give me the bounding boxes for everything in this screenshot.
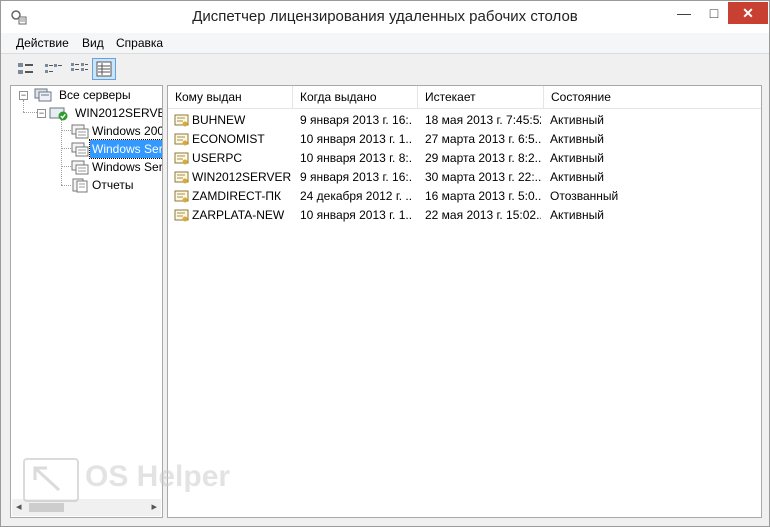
cell-status: Отозванный — [550, 189, 619, 203]
server-tree[interactable]: − Все серверы − WIN2012SERVER — [10, 85, 163, 518]
cell-issued-to: ZAMDIRECT-ПК — [192, 189, 281, 203]
license-certificate-icon — [174, 152, 189, 165]
column-header-issued-to[interactable]: Кому выдан — [168, 86, 293, 108]
large-icons-view-icon — [18, 63, 33, 74]
close-button[interactable]: ✕ — [728, 2, 768, 24]
arrow-cursor-icon — [33, 466, 61, 492]
column-header-issued-date[interactable]: Когда выдано — [293, 86, 418, 108]
cell-expires: 30 марта 2013 г. 22:... — [425, 170, 541, 184]
column-header-expires[interactable]: Истекает — [418, 86, 544, 108]
watermark-logo — [23, 458, 79, 502]
toolbar — [1, 54, 769, 84]
tree-item-reports[interactable]: Отчеты — [71, 176, 162, 194]
reports-icon — [72, 178, 88, 193]
watermark: OS Helper — [23, 456, 263, 506]
key-pack-icon — [71, 160, 89, 175]
cell-status: Активный — [550, 170, 604, 184]
large-icons-view-button[interactable] — [14, 58, 38, 80]
cell-issued-date: 10 января 2013 г. 1... — [300, 132, 413, 146]
watermark-text: OS Helper — [85, 460, 231, 493]
key-pack-icon — [71, 142, 89, 157]
cell-issued-date: 24 декабря 2012 г. ... — [300, 189, 413, 203]
header-divider — [168, 108, 761, 109]
cell-issued-to: USERPC — [192, 151, 243, 165]
cell-issued-to: BUHNEW — [192, 113, 246, 127]
menu-view[interactable]: Вид — [82, 36, 104, 50]
cell-issued-to: WIN2012SERVER — [192, 170, 292, 184]
menu-action[interactable]: Действие — [16, 36, 69, 50]
tree-item-key-pack-3[interactable]: Windows Server — [71, 158, 162, 176]
selected-tree-label: Windows Server — [88, 139, 162, 159]
cell-status: Активный — [550, 151, 604, 165]
cell-status: Активный — [550, 132, 604, 146]
license-certificate-icon — [174, 190, 189, 203]
table-row[interactable]: BUHNEW 9 января 2013 г. 16:... 18 мая 2013… — [168, 111, 761, 130]
scroll-left-arrow-icon[interactable]: ◂ — [16, 500, 22, 513]
table-row[interactable]: ECONOMIST 10 января 2013 г. 1... 27 марта … — [168, 130, 761, 149]
list-view-button[interactable] — [67, 58, 91, 80]
collapse-toggle[interactable]: − — [37, 109, 46, 118]
details-view-icon — [96, 61, 112, 77]
tree-connector — [61, 130, 71, 131]
window-title: Диспетчер лицензирования удаленных рабоч… — [192, 8, 578, 25]
cell-status: Активный — [550, 113, 604, 127]
cell-expires: 18 мая 2013 г. 7:45:52 — [425, 113, 541, 127]
license-certificate-icon — [174, 171, 189, 184]
license-certificate-icon — [174, 114, 189, 127]
title-bar: Диспетчер лицензирования удаленных рабоч… — [1, 1, 769, 33]
tree-item-key-pack-2[interactable]: Windows Server — [71, 139, 162, 159]
tree-item-all-servers[interactable]: − Все серверы — [15, 86, 162, 104]
table-row[interactable]: ZAMDIRECT-ПК 24 декабря 2012 г. ... 16 мар… — [168, 187, 761, 206]
tree-connector — [61, 148, 71, 149]
list-view-icon — [71, 63, 88, 71]
small-icons-view-button[interactable] — [41, 58, 65, 80]
menu-help[interactable]: Справка — [116, 36, 163, 50]
tree-connector — [61, 185, 71, 186]
tree-item-key-pack-1[interactable]: Windows 2000 Server — [71, 122, 162, 140]
cell-expires: 29 марта 2013 г. 8:2... — [425, 151, 541, 165]
cell-issued-date: 9 января 2013 г. 16:... — [300, 113, 413, 127]
servers-icon — [34, 88, 52, 102]
cell-issued-date: 10 января 2013 г. 1... — [300, 208, 413, 222]
license-certificate-icon — [174, 209, 189, 222]
column-header-status[interactable]: Состояние — [544, 86, 664, 108]
details-view-button[interactable] — [92, 58, 116, 80]
cell-expires: 27 марта 2013 г. 6:5... — [425, 132, 541, 146]
cell-issued-to: ECONOMIST — [192, 132, 265, 146]
cell-issued-date: 10 января 2013 г. 8:... — [300, 151, 413, 165]
tree-connector — [61, 166, 71, 167]
license-certificate-icon — [174, 133, 189, 146]
table-row[interactable]: ZARPLATA-NEW 10 января 2013 г. 1... 22 мая… — [168, 206, 761, 225]
tree-connector — [61, 119, 62, 185]
cell-expires: 16 марта 2013 г. 5:0... — [425, 189, 541, 203]
license-list[interactable]: Кому выдан Когда выдано Истекает Состоян… — [167, 85, 762, 518]
cell-expires: 22 мая 2013 г. 15:02... — [425, 208, 541, 222]
app-window: Диспетчер лицензирования удаленных рабоч… — [0, 0, 770, 527]
activated-server-icon — [49, 107, 68, 121]
table-row[interactable]: USERPC 10 января 2013 г. 8:... 29 марта 20… — [168, 149, 761, 168]
table-row[interactable]: WIN2012SERVER 9 января 2013 г. 16:... 30 м… — [168, 168, 761, 187]
cell-status: Активный — [550, 208, 604, 222]
menu-bar: Действие Вид Справка — [1, 33, 769, 53]
tree-item-server[interactable]: − WIN2012SERVER — [33, 104, 162, 122]
cell-issued-to: ZARPLATA-NEW — [192, 208, 285, 222]
collapse-toggle[interactable]: − — [19, 91, 28, 100]
key-pack-icon — [71, 124, 89, 139]
minimize-button[interactable]: — — [671, 2, 697, 24]
maximize-button[interactable]: □ — [701, 2, 727, 24]
cell-issued-date: 9 января 2013 г. 16:... — [300, 170, 413, 184]
small-icons-view-icon — [45, 64, 62, 73]
